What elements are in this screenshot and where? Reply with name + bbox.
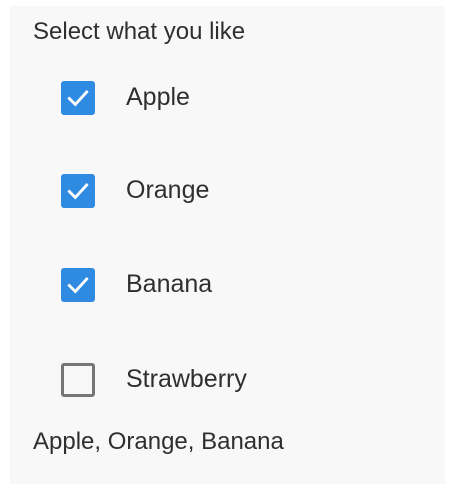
- checkbox-strawberry[interactable]: [61, 363, 95, 397]
- option-orange[interactable]: Orange: [10, 167, 310, 215]
- checkbox-apple[interactable]: [61, 81, 95, 115]
- option-label-strawberry: Strawberry: [126, 365, 247, 393]
- checkmark-icon: [67, 90, 89, 107]
- selection-summary: Apple, Orange, Banana: [33, 428, 284, 455]
- checkmark-icon: [67, 277, 89, 294]
- option-label-orange: Orange: [126, 176, 210, 204]
- checkbox-banana[interactable]: [61, 268, 95, 302]
- checkbox-group-panel: Select what you like Apple Orange Banana…: [10, 6, 445, 484]
- option-apple[interactable]: Apple: [10, 74, 310, 122]
- option-label-apple: Apple: [126, 83, 190, 111]
- checkmark-icon: [67, 183, 89, 200]
- prompt-label: Select what you like: [33, 18, 246, 45]
- option-banana[interactable]: Banana: [10, 261, 310, 309]
- option-label-banana: Banana: [126, 270, 213, 298]
- checkbox-orange[interactable]: [61, 174, 95, 208]
- option-strawberry[interactable]: Strawberry: [10, 356, 310, 404]
